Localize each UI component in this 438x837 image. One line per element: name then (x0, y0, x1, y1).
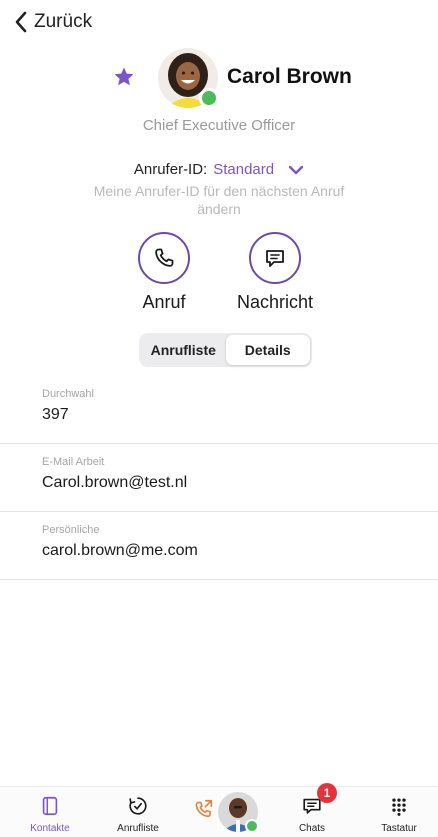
keypad-icon-wrap (389, 791, 409, 821)
field-value: carol.brown@me.com (42, 542, 198, 559)
tab-call-history[interactable]: Anrufliste (103, 787, 173, 837)
segment-call-history[interactable]: Anrufliste (141, 335, 226, 365)
chats-unread-badge: 1 (317, 783, 337, 803)
tab-keypad-label: Tastatur (381, 823, 417, 834)
contact-header: Carol Brown (0, 48, 438, 110)
chevron-down-icon[interactable] (288, 164, 304, 176)
contact-name: Carol Brown (227, 65, 352, 88)
back-label: Zurück (34, 11, 93, 32)
contacts-icon-wrap (39, 791, 61, 821)
presence-online-indicator (245, 819, 259, 833)
message-label: Nachricht (236, 292, 314, 312)
field-value: Carol.brown@test.nl (42, 474, 188, 491)
tab-chats-label: Chats (298, 823, 326, 834)
field-label: Persönliche (42, 524, 100, 536)
caller-id-row: Anrufer-ID: Standard (0, 161, 438, 178)
keypad-icon (392, 798, 406, 816)
contacts-book-icon (42, 796, 58, 816)
star-icon[interactable] (112, 65, 136, 89)
chats-icon-wrap: 1 (301, 783, 337, 821)
caller-id-hint: Meine Anrufer-ID für den nächsten Anruf … (93, 183, 345, 217)
message-button-circle[interactable] (249, 232, 301, 284)
view-segmented-control: Anrufliste Details (139, 333, 312, 367)
contact-job-title: Chief Executive Officer (142, 117, 296, 134)
field-value: 397 (42, 406, 69, 423)
call-button-circle[interactable] (138, 232, 190, 284)
chevron-left-icon (15, 11, 27, 33)
incoming-call-icon[interactable] (193, 798, 215, 820)
contact-details-list: Durchwahl 397 E-Mail Arbeit Carol.brown@… (0, 376, 438, 580)
segment-details[interactable]: Details (225, 335, 310, 365)
chat-bubble-icon (266, 250, 284, 267)
tab-chats[interactable]: 1 Chats (277, 783, 347, 837)
tab-contacts[interactable]: Kontakte (15, 787, 85, 837)
field-label: E-Mail Arbeit (42, 456, 105, 468)
clock-check-icon (129, 797, 147, 815)
call-label: Anruf (142, 292, 186, 312)
caller-id-label: Anrufer-ID: (133, 161, 208, 178)
call-button[interactable]: Anruf (137, 232, 191, 313)
caller-id-select[interactable]: Standard (213, 161, 274, 178)
tab-call-history-label: Anrufliste (117, 823, 159, 834)
tab-contacts-label: Kontakte (30, 823, 70, 834)
call-history-icon-wrap (127, 791, 149, 821)
message-button[interactable]: Nachricht (226, 232, 324, 313)
detail-row-extension[interactable]: Durchwahl 397 (0, 376, 438, 444)
tab-keypad[interactable]: Tastatur (364, 787, 434, 837)
field-label: Durchwahl (42, 388, 94, 400)
detail-row-personal-email[interactable]: Persönliche carol.brown@me.com (0, 512, 438, 580)
back-button[interactable]: Zurück (14, 11, 92, 33)
detail-row-work-email[interactable]: E-Mail Arbeit Carol.brown@test.nl (0, 444, 438, 512)
presence-online-indicator (199, 88, 219, 108)
phone-icon (155, 248, 174, 267)
